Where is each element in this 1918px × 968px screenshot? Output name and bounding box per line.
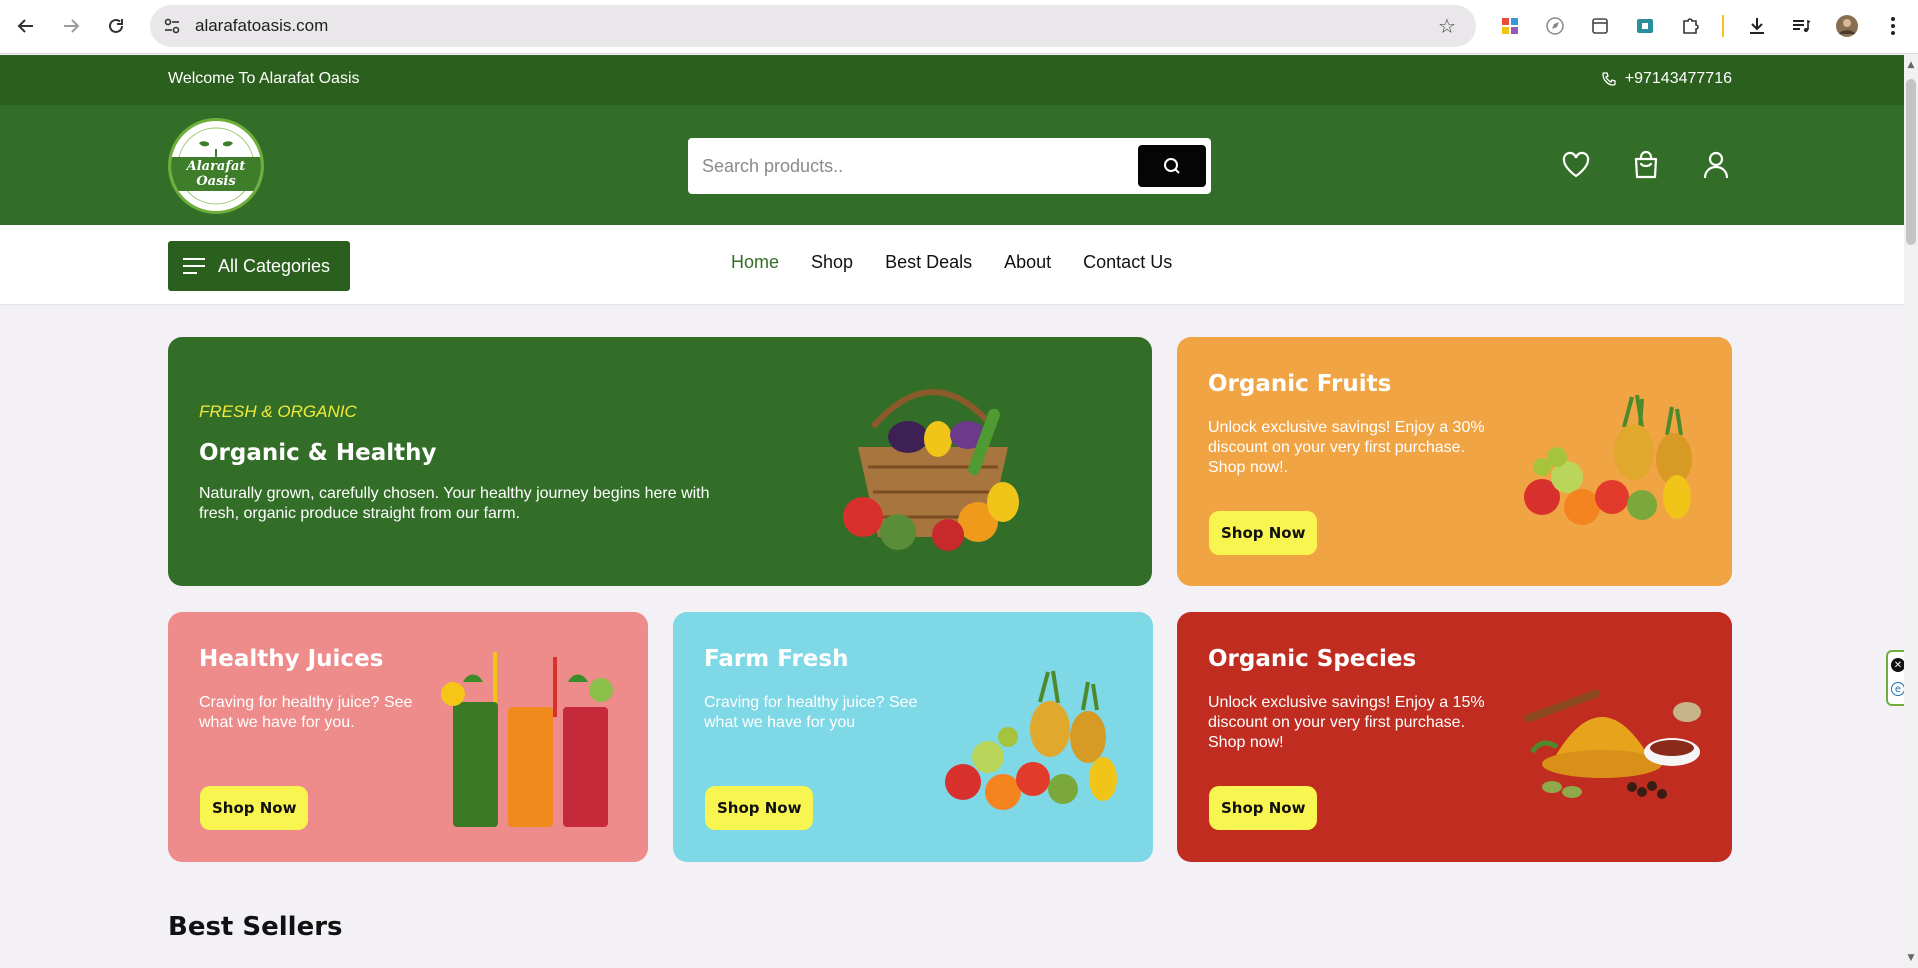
- scroll-thumb[interactable]: [1906, 79, 1916, 245]
- healthy-juices-banner: Healthy Juices Craving for healthy juice…: [168, 612, 648, 862]
- nav-item-shop[interactable]: Shop: [811, 252, 853, 273]
- fruit-pile-image: [1524, 394, 1692, 525]
- fruits-desc-line: Shop now!.: [1208, 459, 1289, 476]
- fruits-desc-line: discount on your very first purchase.: [1208, 439, 1466, 456]
- search-icon: [1164, 158, 1180, 174]
- reload-icon[interactable]: [100, 10, 132, 42]
- hero-eyebrow: FRESH & ORGANIC: [199, 402, 357, 421]
- hero-desc-line: Naturally grown, carefully chosen. Your …: [199, 485, 710, 502]
- welcome-text: Welcome To Alarafat Oasis: [168, 70, 360, 87]
- organic-fruits-description: Unlock exclusive savings! Enjoy a 30% di…: [1208, 418, 1485, 478]
- main-navigation: All Categories Home Shop Best Deals Abou…: [0, 225, 1904, 305]
- phone-number: +97143477716: [1624, 70, 1732, 87]
- healthy-juices-title: Healthy Juices: [199, 646, 384, 672]
- farm-desc-line: Craving for healthy juice? See: [704, 694, 918, 711]
- extension-teal-icon[interactable]: [1632, 13, 1658, 39]
- phone-icon: [1602, 72, 1616, 86]
- cart-bag-icon[interactable]: [1628, 147, 1664, 183]
- tab-search-icon[interactable]: [1587, 13, 1613, 39]
- organic-species-banner: Organic Species Unlock exclusive savings…: [1177, 612, 1732, 862]
- bookmark-star-icon[interactable]: ☆: [1434, 13, 1460, 39]
- farm-fresh-title: Farm Fresh: [704, 646, 849, 672]
- juices-desc-line: Craving for healthy juice? See: [199, 694, 413, 711]
- farm-fresh-shop-now-button[interactable]: Shop Now: [705, 786, 814, 830]
- forward-icon[interactable]: [55, 10, 87, 42]
- species-desc-line: Unlock exclusive savings! Enjoy a 15%: [1208, 694, 1485, 711]
- organic-fruits-banner: Organic Fruits Unlock exclusive savings!…: [1177, 337, 1732, 586]
- fruits-desc-line: Unlock exclusive savings! Enjoy a 30%: [1208, 419, 1485, 436]
- farm-fresh-description: Craving for healthy juice? See what we h…: [704, 693, 917, 733]
- back-icon[interactable]: [10, 10, 42, 42]
- phone-contact[interactable]: +97143477716: [1601, 70, 1732, 88]
- download-icon[interactable]: [1744, 13, 1770, 39]
- best-sellers-heading: Best Sellers: [168, 912, 343, 942]
- logo-text: Alarafat Oasis: [171, 157, 261, 191]
- organic-fruits-title: Organic Fruits: [1208, 371, 1392, 397]
- address-bar[interactable]: alarafatoasis.com ☆: [150, 5, 1476, 47]
- media-control-icon[interactable]: [1788, 13, 1814, 39]
- nav-item-best-deals[interactable]: Best Deals: [885, 252, 972, 273]
- wishlist-heart-icon[interactable]: [1558, 147, 1594, 183]
- hero-banner[interactable]: FRESH & ORGANIC Organic & Healthy Natura…: [168, 337, 1152, 586]
- healthy-juices-shop-now-button[interactable]: Shop Now: [200, 786, 309, 830]
- juice-glasses-image: [441, 652, 613, 827]
- top-info-bar: Welcome To Alarafat Oasis +97143477716: [0, 55, 1904, 105]
- extension-colorful-icon[interactable]: [1497, 13, 1523, 39]
- hero-description: Naturally grown, carefully chosen. Your …: [199, 484, 710, 524]
- organic-species-shop-now-button[interactable]: Shop Now: [1209, 786, 1318, 830]
- organic-species-title: Organic Species: [1208, 646, 1417, 672]
- fresh-fruit-image: [945, 670, 1117, 810]
- compass-icon[interactable]: [1542, 13, 1568, 39]
- hamburger-menu-icon: [183, 258, 205, 274]
- organic-fruits-shop-now-button[interactable]: Shop Now: [1209, 511, 1318, 555]
- scroll-up-arrow-icon[interactable]: ▲: [1906, 59, 1916, 71]
- scroll-down-arrow-icon[interactable]: ▼: [1906, 952, 1916, 964]
- farm-fresh-banner: Farm Fresh Craving for healthy juice? Se…: [673, 612, 1153, 862]
- spices-image: [1524, 689, 1701, 799]
- all-categories-label: All Categories: [218, 255, 331, 276]
- nav-menu: Home Shop Best Deals About Contact Us: [731, 252, 1172, 273]
- close-icon[interactable]: ✕: [1891, 658, 1905, 672]
- species-desc-line: Shop now!: [1208, 734, 1284, 751]
- healthy-juices-description: Craving for healthy juice? See what we h…: [199, 693, 412, 733]
- extensions-puzzle-icon[interactable]: [1677, 13, 1703, 39]
- page-scrollbar[interactable]: ▲ ▼: [1904, 55, 1918, 968]
- browser-menu-icon[interactable]: [1880, 13, 1906, 39]
- edge-e-icon[interactable]: e: [1891, 682, 1905, 696]
- url-text: alarafatoasis.com: [195, 16, 329, 35]
- site-logo[interactable]: Alarafat Oasis: [168, 118, 264, 214]
- user-account-icon[interactable]: [1698, 147, 1734, 183]
- search-bar: [688, 138, 1211, 194]
- hero-desc-line: fresh, organic produce straight from our…: [199, 505, 521, 522]
- site-info-icon[interactable]: [160, 14, 184, 38]
- site-header: Alarafat Oasis: [0, 105, 1904, 225]
- search-button[interactable]: [1138, 145, 1206, 187]
- browser-toolbar: alarafatoasis.com ☆: [0, 0, 1918, 54]
- nav-item-home[interactable]: Home: [731, 252, 779, 273]
- nav-item-contact-us[interactable]: Contact Us: [1083, 252, 1172, 273]
- all-categories-button[interactable]: All Categories: [168, 241, 350, 291]
- organic-species-description: Unlock exclusive savings! Enjoy a 15% di…: [1208, 693, 1485, 753]
- search-input[interactable]: [702, 150, 1122, 182]
- species-desc-line: discount on your very first purchase.: [1208, 714, 1466, 731]
- profile-avatar[interactable]: [1834, 13, 1860, 39]
- nav-item-about[interactable]: About: [1004, 252, 1051, 273]
- toolbar-separator: [1722, 15, 1724, 37]
- farm-desc-line: what we have for you: [704, 714, 856, 731]
- vegetable-basket-image: [843, 389, 1019, 551]
- hero-title: Organic & Healthy: [199, 440, 437, 466]
- juices-desc-line: what we have for you.: [199, 714, 355, 731]
